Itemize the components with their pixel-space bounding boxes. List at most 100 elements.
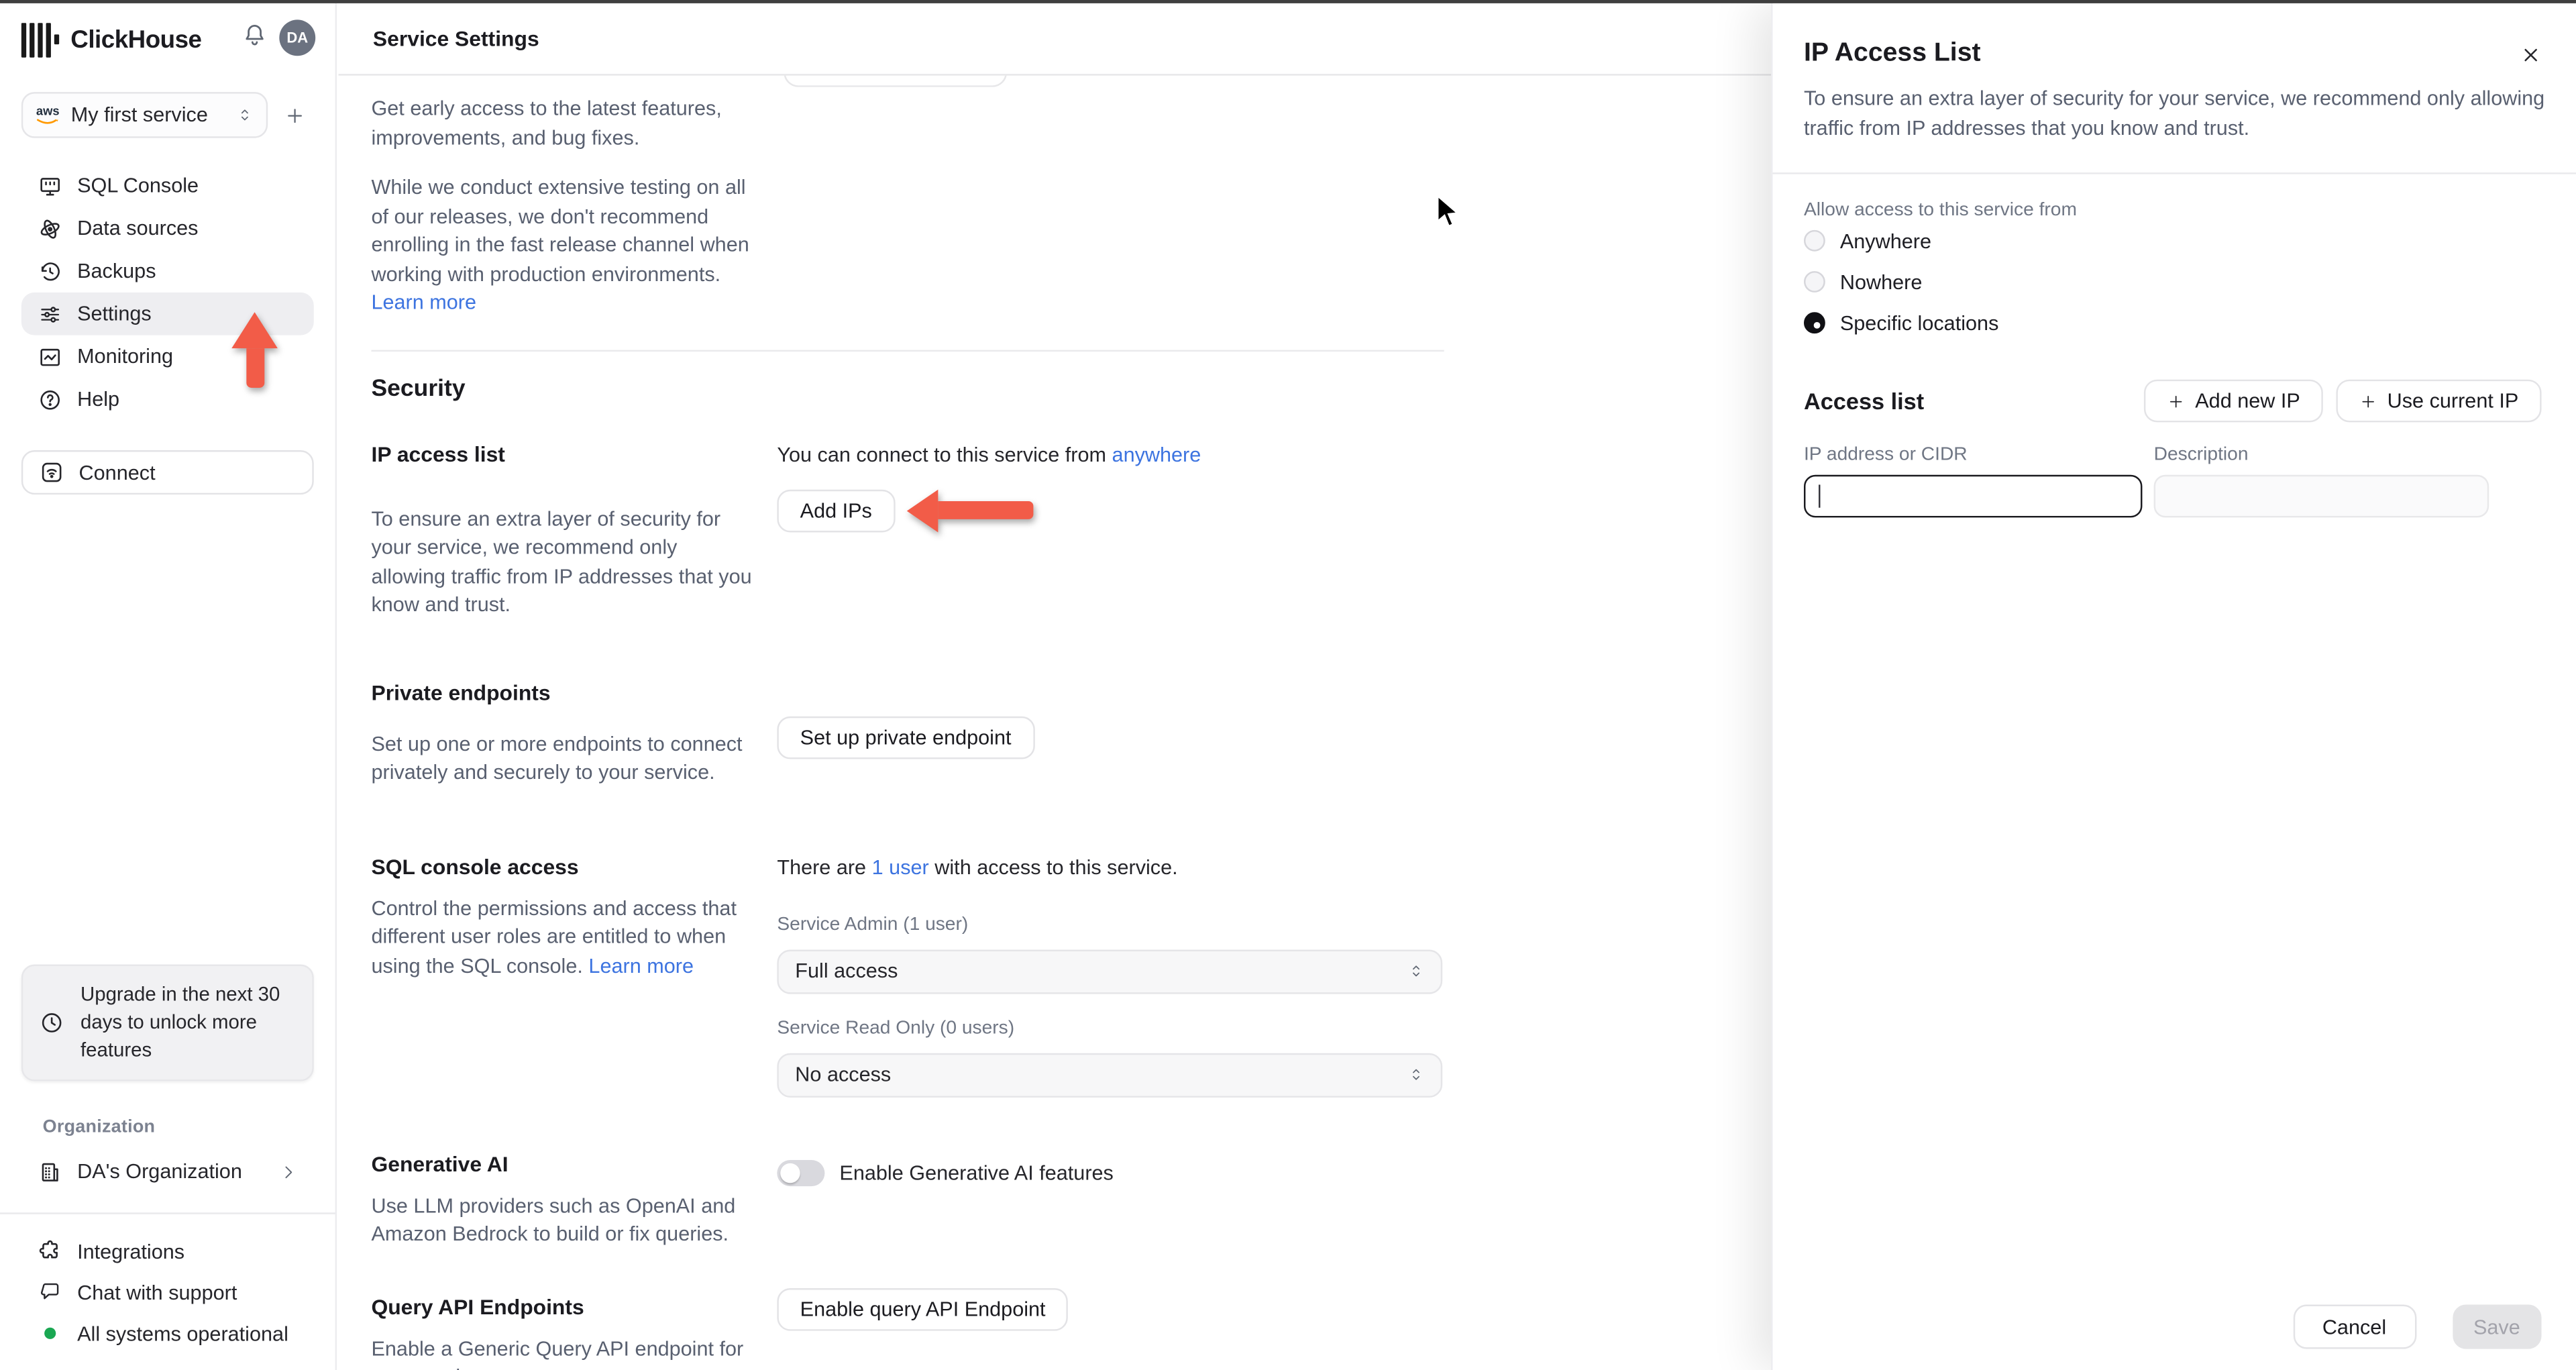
sidebar-item-data-sources[interactable]: Data sources [21, 207, 314, 250]
service-admin-label: Service Admin (1 user) [777, 914, 969, 935]
add-ips-button[interactable]: Add IPs [777, 488, 896, 532]
puzzle-icon [39, 1240, 58, 1259]
chevron-up-down-icon [1413, 1069, 1419, 1080]
drawer-title: IP Access List [1803, 39, 1981, 68]
query-api-title: Query API Endpoints [371, 1294, 584, 1319]
learn-more-link[interactable]: Learn more [371, 291, 476, 313]
history-clock-icon [41, 262, 60, 280]
aws-cloud-icon: aws [36, 105, 60, 124]
organization-name: DA's Organization [77, 1159, 242, 1183]
save-button[interactable]: Save [2452, 1304, 2542, 1349]
setup-private-endpoint-button[interactable]: Set up private endpoint [777, 715, 1034, 759]
chevron-up-down-icon [241, 109, 248, 121]
one-user-link[interactable]: 1 user [872, 855, 929, 878]
monitor-icon [40, 176, 60, 195]
security-heading: Security [371, 375, 466, 402]
sidebar-footer: Upgrade in the next 30 days to unlock mo… [0, 964, 335, 1370]
private-endpoints-description: Set up one or more endpoints to connect … [371, 732, 743, 784]
description-input[interactable] [2153, 474, 2489, 518]
status-text: All systems operational [77, 1322, 288, 1345]
release-channel-paragraph-2: While we conduct extensive testing on al… [371, 176, 749, 314]
sql-console-access-description: Control the permissions and access that … [371, 896, 737, 977]
generative-ai-title: Generative AI [371, 1151, 508, 1176]
chevron-up-down-icon [1413, 965, 1419, 977]
ip-access-list-drawer: IP Access List To ensure an extra layer … [1771, 3, 2576, 1370]
user-avatar[interactable]: DA [279, 19, 316, 56]
query-api-section: Query API Endpoints Enable a Generic Que… [371, 1287, 1444, 1370]
notifications-bell-icon[interactable] [241, 21, 268, 55]
ip-cidr-label: IP address or CIDR [1803, 445, 1968, 466]
chart-icon [40, 348, 60, 366]
clock-icon [42, 1013, 62, 1033]
organization-switcher[interactable]: DA's Organization [21, 1150, 314, 1193]
ip-access-status: You can connect to this service from any… [777, 443, 1201, 466]
ip-access-list-section: IP access list To ensure an extra layer … [371, 441, 1444, 621]
query-api-description: Enable a Generic Query API endpoint for … [371, 1336, 744, 1370]
add-new-ip-button[interactable]: Add new IP [2144, 379, 2324, 423]
plus-icon [2359, 392, 2377, 410]
topbar: Service Settings [338, 3, 1772, 76]
service-selector-label: My first service [70, 103, 208, 127]
release-channel-paragraph-1: Get early access to the latest features,… [371, 97, 722, 149]
enable-query-api-button[interactable]: Enable query API Endpoint [777, 1287, 1069, 1330]
service-admin-select[interactable]: Full access [777, 949, 1443, 994]
private-endpoints-title: Private endpoints [371, 679, 551, 704]
help-icon [40, 389, 60, 409]
section-divider [371, 349, 1444, 351]
wifi-icon [42, 462, 62, 482]
divider [1772, 172, 2576, 174]
radio-specific-locations[interactable]: Specific locations [1803, 303, 2542, 344]
generative-ai-toggle-label: Enable Generative AI features [839, 1161, 1114, 1184]
sidebar-header: ClickHouse DA [0, 3, 335, 59]
service-readonly-label: Service Read Only (0 users) [777, 1018, 1015, 1038]
system-status[interactable]: All systems operational [21, 1313, 314, 1354]
upgrade-notice-text: Upgrade in the next 30 days to unlock mo… [80, 982, 280, 1062]
sliders-icon [41, 306, 60, 322]
sql-learn-more-link[interactable]: Learn more [588, 954, 694, 977]
service-readonly-select[interactable]: No access [777, 1052, 1443, 1097]
generative-ai-section: Generative AI Use LLM providers such as … [371, 1151, 1444, 1250]
annotation-arrow-up [231, 312, 278, 391]
ip-access-list-description: To ensure an extra layer of security for… [371, 507, 752, 617]
brand-name: ClickHouse [70, 25, 202, 54]
ip-cidr-input[interactable] [1803, 474, 2143, 518]
radio-anywhere[interactable]: Anywhere [1803, 220, 2542, 261]
page-title: Service Settings [372, 26, 539, 51]
chevron-right-icon [285, 1165, 292, 1177]
sidebar: ClickHouse DA aws My first service SQL C… [0, 3, 337, 1370]
sidebar-item-sql-console[interactable]: SQL Console [21, 164, 314, 207]
integrations-link[interactable]: Integrations [21, 1230, 314, 1271]
cancel-button[interactable]: Cancel [2292, 1304, 2416, 1349]
radio-icon [1803, 229, 1825, 252]
annotation-arrow-left [906, 487, 1038, 533]
generative-ai-toggle[interactable] [777, 1159, 825, 1185]
drawer-description: To ensure an extra layer of security for… [1803, 87, 2545, 139]
description-label: Description [2153, 445, 2249, 466]
access-list-heading: Access list [1803, 387, 1925, 415]
chat-support-link[interactable]: Chat with support [21, 1272, 314, 1313]
sql-console-users-status: There are 1 user with access to this ser… [777, 855, 1178, 878]
chat-bubble-icon [40, 1283, 59, 1300]
private-endpoints-section: Private endpoints Set up one or more end… [371, 680, 1444, 788]
close-icon[interactable] [2520, 44, 2542, 74]
add-service-button[interactable] [278, 99, 311, 131]
mouse-cursor [1436, 193, 1464, 238]
app-window: ClickHouse DA aws My first service SQL C… [0, 0, 2576, 1370]
window-edge [0, 0, 2576, 3]
status-ok-icon [44, 1327, 56, 1339]
connect-button[interactable]: Connect [21, 450, 314, 495]
anywhere-link[interactable]: anywhere [1112, 443, 1201, 466]
service-selector[interactable]: aws My first service [21, 92, 268, 138]
use-current-ip-button[interactable]: Use current IP [2336, 379, 2542, 423]
upgrade-notice[interactable]: Upgrade in the next 30 days to unlock mo… [21, 964, 314, 1082]
generative-ai-description: Use LLM providers such as OpenAI and Ama… [371, 1194, 736, 1246]
ip-access-list-title: IP access list [371, 441, 505, 466]
orbit-icon [40, 219, 60, 238]
sidebar-item-backups[interactable]: Backups [21, 250, 314, 293]
organization-section-label: Organization [42, 1117, 156, 1137]
clickhouse-logo-icon [21, 22, 60, 57]
text-caret [1819, 484, 1821, 508]
allow-access-label: Allow access to this service from [1803, 200, 2077, 221]
radio-nowhere[interactable]: Nowhere [1803, 261, 2542, 302]
plus-icon [2167, 392, 2186, 410]
